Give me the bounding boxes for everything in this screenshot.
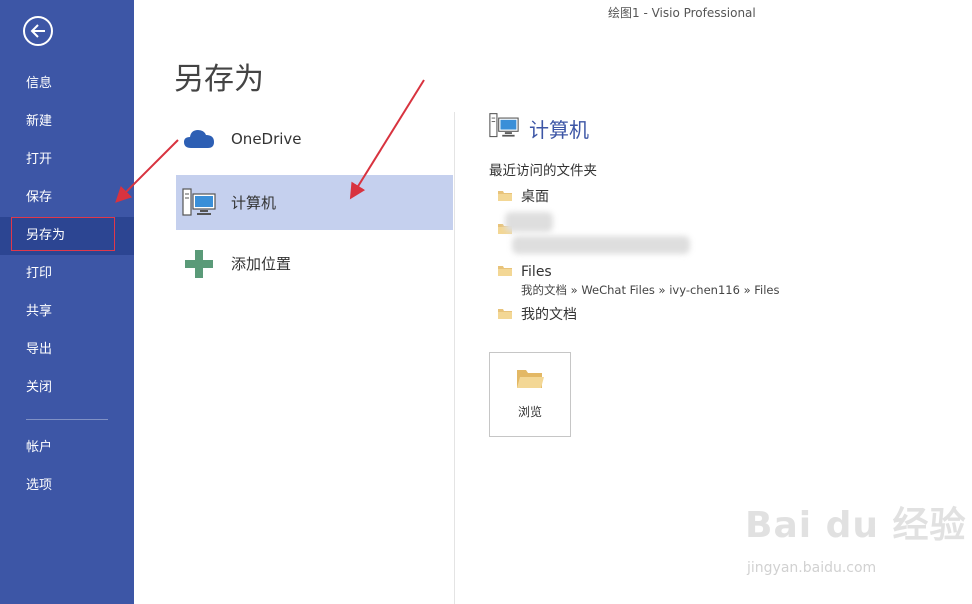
location-add-place[interactable]: 添加位置 (176, 236, 453, 291)
nav-account[interactable]: 帐户 (0, 429, 134, 467)
panel-heading-label: 计算机 (529, 117, 589, 142)
panel-divider (454, 112, 455, 604)
page-title: 另存为 (174, 62, 264, 97)
computer-icon (489, 112, 519, 144)
backstage-sidebar: 信息 新建 打开 保存 另存为 打印 共享 导出 关闭 帐户 选项 (0, 0, 134, 604)
folder-open-icon (515, 367, 545, 395)
location-onedrive[interactable]: OneDrive (176, 111, 453, 166)
location-label: 添加位置 (231, 255, 292, 273)
recent-folder-desktop[interactable]: 桌面 (497, 186, 549, 206)
browse-label: 浏览 (517, 405, 542, 419)
nav-share[interactable]: 共享 (0, 293, 134, 331)
nav-divider (26, 419, 108, 420)
folder-icon (497, 187, 513, 206)
cloud-icon (182, 122, 216, 156)
recent-folder-files[interactable]: Files (497, 262, 552, 281)
computer-icon (182, 186, 216, 220)
location-label: OneDrive (231, 129, 302, 148)
back-button[interactable] (23, 16, 53, 46)
nav-save-as[interactable]: 另存为 (0, 217, 134, 255)
watermark-subtext: jingyan.baidu.com (747, 560, 877, 576)
location-label: 计算机 (231, 194, 277, 212)
nav-info[interactable]: 信息 (0, 65, 134, 103)
panel-heading: 计算机 (489, 112, 589, 144)
plus-icon (182, 247, 216, 281)
nav-print[interactable]: 打印 (0, 255, 134, 293)
folder-path: 我的文档 » WeChat Files » ivy-chen116 » File… (521, 283, 780, 297)
window-title: 绘图1 - Visio Professional (608, 6, 756, 20)
nav-export[interactable]: 导出 (0, 331, 134, 369)
recent-folders-label: 最近访问的文件夹 (489, 163, 597, 179)
folder-name: 我的文档 (521, 307, 577, 323)
nav-options[interactable]: 选项 (0, 467, 134, 505)
nav-save[interactable]: 保存 (0, 179, 134, 217)
arrow-left-icon (30, 24, 45, 38)
folder-name: Files (521, 263, 552, 280)
redacted-path (512, 236, 690, 254)
watermark-text: Bai du 经验 (745, 505, 967, 546)
location-computer[interactable]: 计算机 (176, 175, 453, 230)
recent-folder-documents[interactable]: 我的文档 (497, 304, 577, 324)
nav-new[interactable]: 新建 (0, 103, 134, 141)
browse-button[interactable]: 浏览 (489, 352, 571, 437)
redacted-name (505, 212, 553, 232)
folder-name: 桌面 (521, 189, 549, 205)
baidu-watermark: Bai du 经验 jingyan.baidu.com (745, 496, 966, 586)
folder-icon (497, 305, 513, 324)
folder-icon (497, 262, 513, 281)
nav-close[interactable]: 关闭 (0, 369, 134, 407)
nav-open[interactable]: 打开 (0, 141, 134, 179)
